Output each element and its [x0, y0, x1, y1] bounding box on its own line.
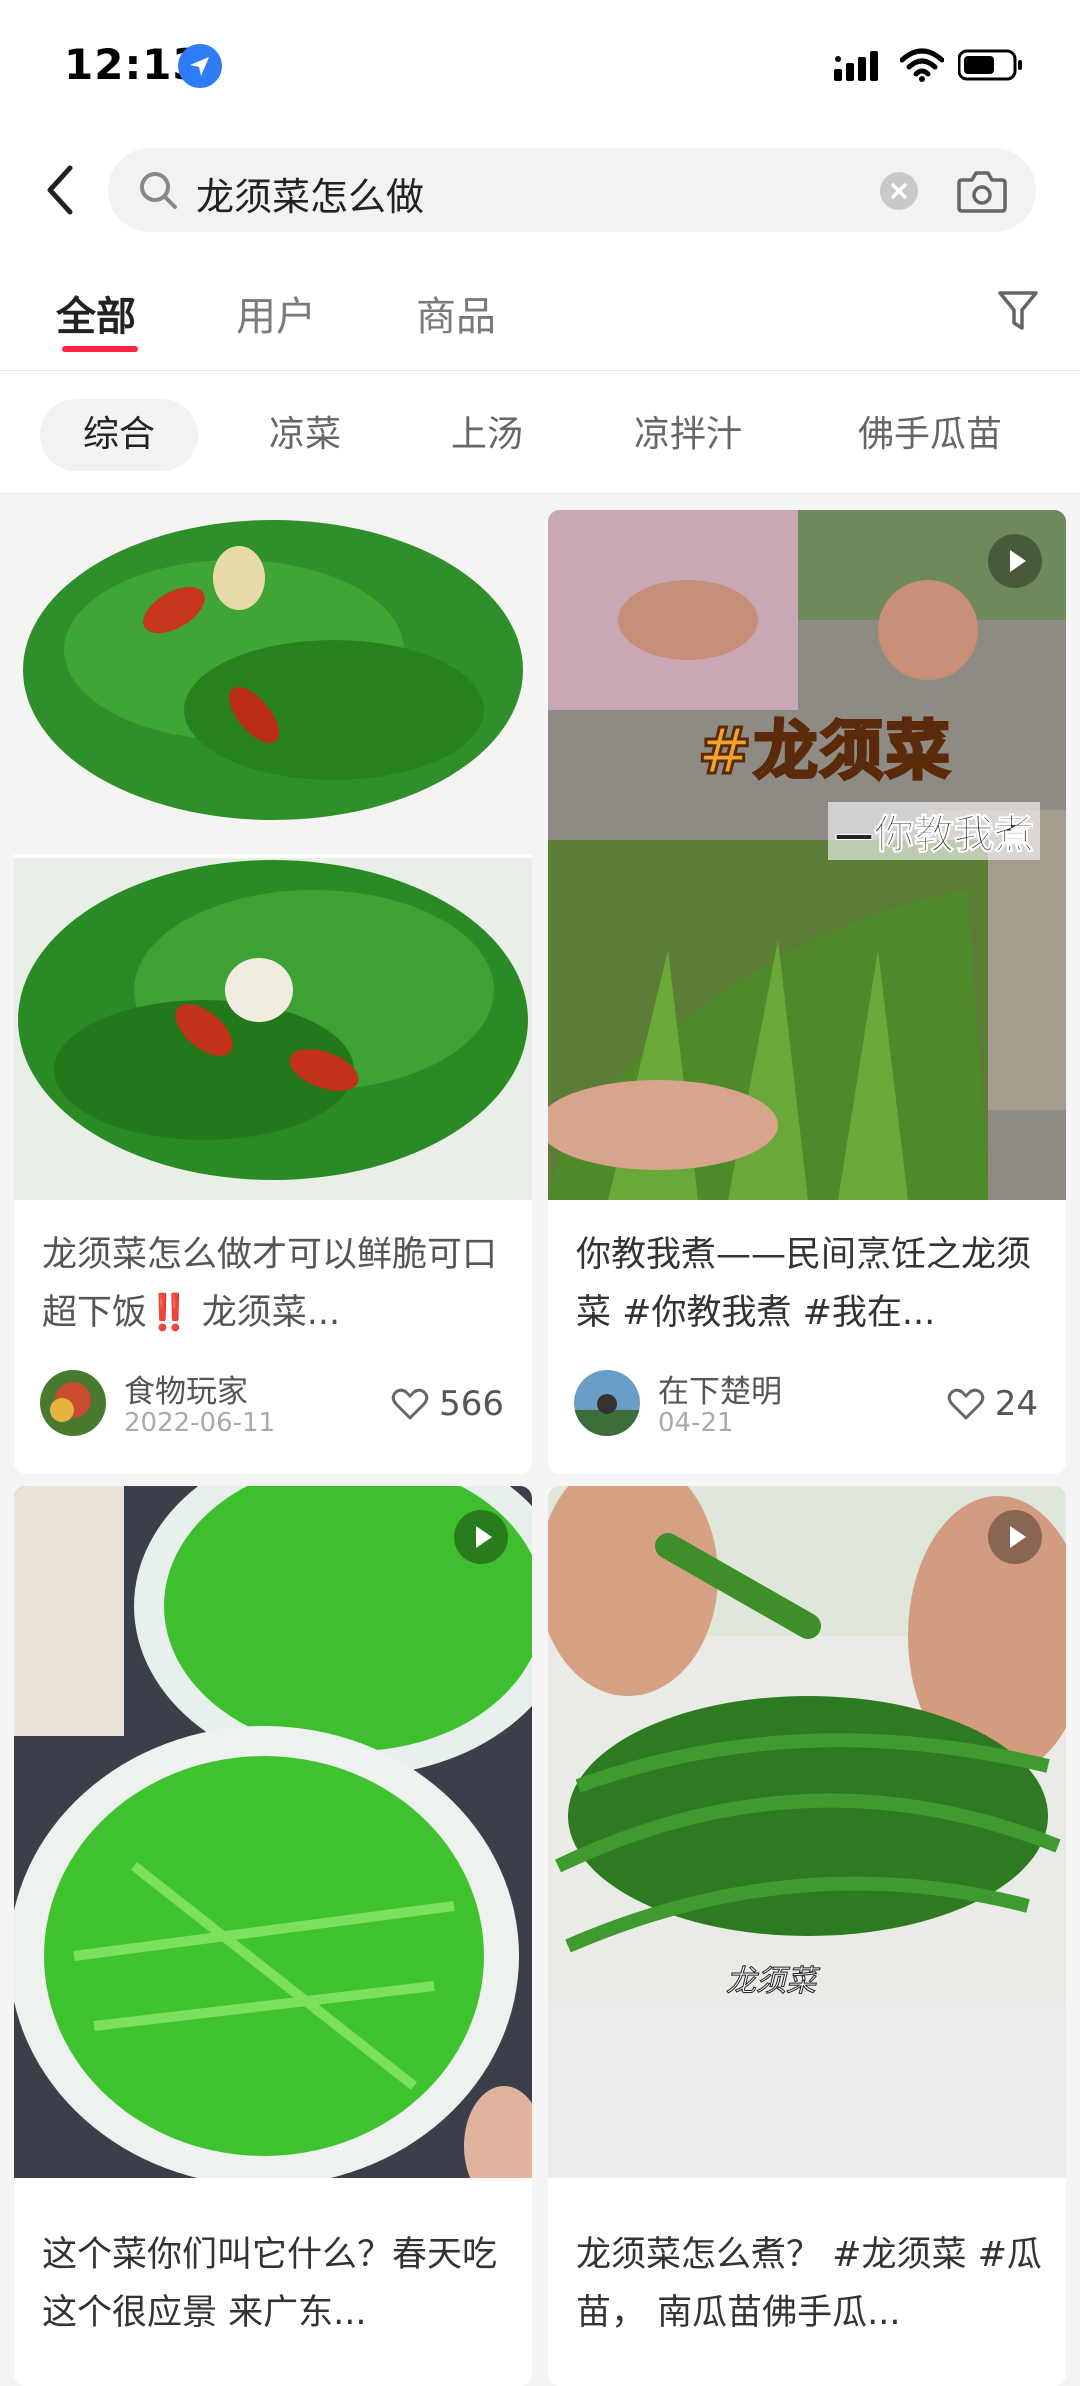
video-overlay-title: #龙须菜 — [697, 714, 952, 791]
video-play-icon — [988, 534, 1042, 588]
note-title: 龙须菜怎么煮？ #龙须菜 #瓜苗， 南瓜苗佛手瓜... — [576, 2235, 1042, 2333]
tab-products[interactable]: 商品 — [416, 284, 496, 342]
post-date: 04-21 — [658, 1408, 734, 1438]
author-avatar[interactable] — [574, 1370, 640, 1436]
tab-users[interactable]: 用户 — [236, 284, 316, 342]
like-count: 24 — [994, 1384, 1038, 1424]
heart-icon — [947, 1388, 984, 1420]
battery-icon — [957, 48, 1024, 86]
note-title: 这个菜你们叫它什么？春天吃这个很应景 来广东... — [42, 2235, 498, 2333]
video-overlay-subtitle: —你教我煮 — [828, 802, 1040, 860]
author-name[interactable]: 在下楚明 — [658, 1366, 782, 1411]
category-chips: 综合 凉菜 上汤 凉拌汁 佛手瓜苗 — [0, 371, 1080, 494]
wifi-icon — [899, 48, 945, 86]
search-icon — [136, 168, 180, 212]
author-avatar[interactable] — [40, 1370, 106, 1436]
like-button[interactable]: 24 — [947, 1384, 1038, 1424]
video-caption: 龙须菜 — [726, 1964, 817, 2000]
note-card[interactable]: 龙须菜怎么做才可以鲜脆可口超下饭‼️ 龙须菜... 食物玩家 2022-06-1… — [14, 510, 532, 1474]
note-card[interactable]: #龙须菜 —你教我煮 你教我煮——民间烹饪之龙须菜 #你教我煮 #我在... 在… — [548, 510, 1066, 1474]
note-card[interactable]: 龙须菜 龙须菜怎么煮？ #龙须菜 #瓜苗， 南瓜苗佛手瓜... — [548, 1486, 1066, 2386]
result-tabs: 全部 用户 商品 — [0, 240, 1080, 371]
back-icon[interactable] — [40, 162, 86, 218]
clear-search-icon[interactable] — [880, 172, 918, 210]
author-name[interactable]: 食物玩家 — [124, 1366, 248, 1411]
note-thumbnail — [14, 510, 532, 1200]
note-thumbnail — [548, 1486, 1066, 2178]
location-arrow-icon — [178, 44, 222, 88]
note-thumbnail — [14, 1486, 532, 2178]
note-title: 龙须菜怎么做才可以鲜脆可口超下饭‼️ 龙须菜... — [42, 1235, 498, 1333]
like-count: 566 — [439, 1384, 504, 1424]
status-bar: 12:13 — [0, 0, 1080, 140]
video-play-icon — [454, 1510, 508, 1564]
search-input[interactable]: 龙须菜怎么做 — [108, 148, 1036, 232]
chip-comprehensive[interactable]: 综合 — [40, 399, 198, 471]
camera-search-icon[interactable] — [956, 168, 1008, 214]
chip-soup[interactable]: 上汤 — [420, 399, 554, 471]
post-date: 2022-06-11 — [124, 1408, 276, 1438]
search-header: 龙须菜怎么做 — [0, 140, 1080, 240]
tab-all[interactable]: 全部 — [56, 284, 136, 342]
heart-icon — [391, 1388, 429, 1420]
chip-chayote-sprout[interactable]: 佛手瓜苗 — [830, 399, 1030, 471]
note-card[interactable]: 这个菜你们叫它什么？春天吃这个很应景 来广东... — [14, 1486, 532, 2386]
note-title: 你教我煮——民间烹饪之龙须菜 #你教我煮 #我在... — [576, 1235, 1032, 1333]
active-tab-indicator — [62, 346, 138, 352]
status-indicators — [834, 48, 1024, 86]
filter-icon[interactable] — [996, 288, 1040, 334]
cellular-signal-icon — [834, 49, 886, 85]
video-play-icon — [988, 1510, 1042, 1564]
chip-dressing[interactable]: 凉拌汁 — [608, 399, 768, 471]
search-query-text: 龙须菜怎么做 — [196, 175, 425, 219]
like-button[interactable]: 566 — [391, 1384, 504, 1424]
chip-cold-dish[interactable]: 凉菜 — [238, 399, 372, 471]
